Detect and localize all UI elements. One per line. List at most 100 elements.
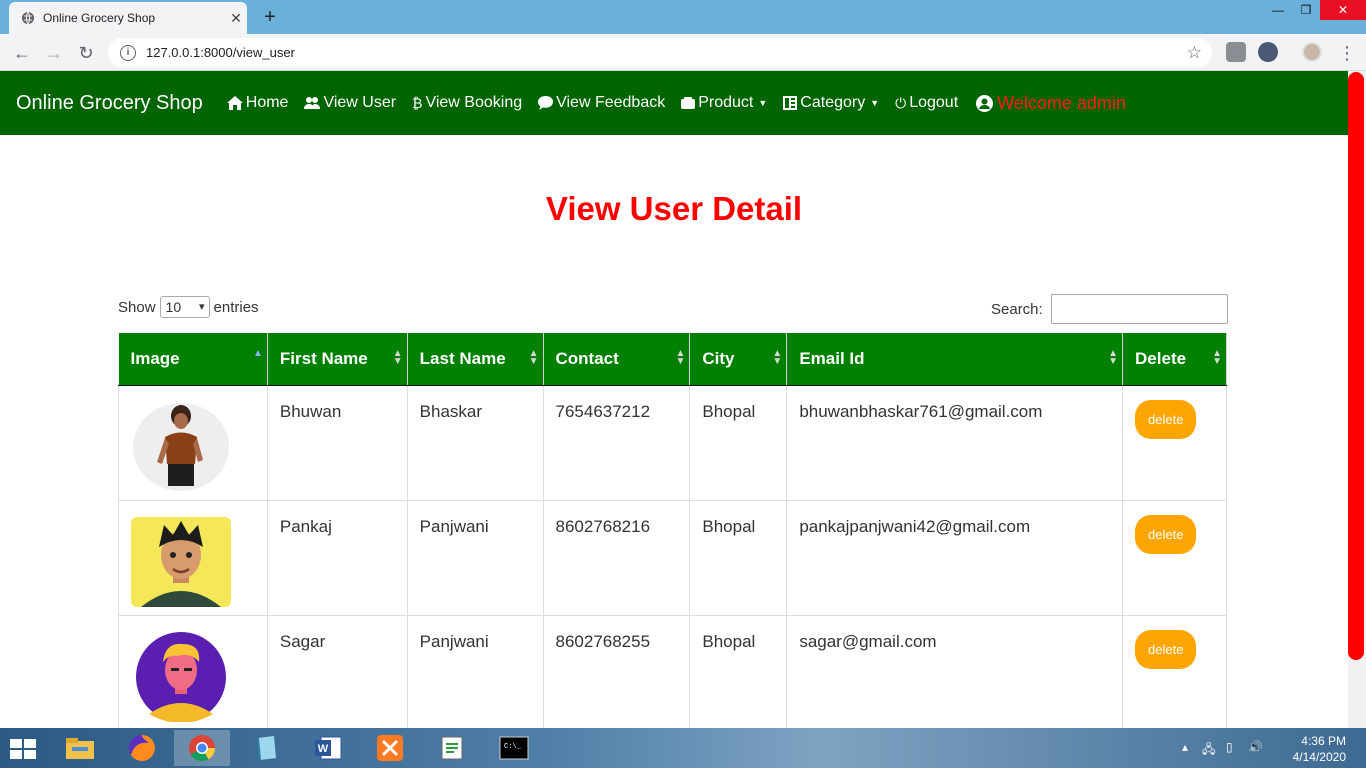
col-email[interactable]: Email Id ▲ ▼: [786, 333, 1124, 386]
city-cell: Bhopal: [689, 384, 788, 501]
col-delete[interactable]: Delete ▲ ▼: [1122, 333, 1227, 386]
delete-button[interactable]: delete: [1135, 399, 1197, 439]
entries-length-control: Show 10 entries: [118, 296, 259, 318]
image-cell: [118, 499, 268, 616]
col-city[interactable]: City ▲ ▼: [689, 333, 788, 386]
product-icon: [681, 97, 696, 109]
chevron-down-icon: ▼: [870, 98, 880, 108]
nav-category-label: Category: [800, 94, 866, 111]
file-explorer-icon[interactable]: [52, 730, 108, 766]
sort-icon: ▲ ▼: [675, 348, 686, 367]
restore-icon[interactable]: ❐: [1292, 0, 1320, 20]
info-icon[interactable]: i: [120, 44, 136, 61]
contact-cell: 8602768255: [542, 614, 691, 731]
nav-product-label: Product: [698, 94, 754, 111]
delete-button[interactable]: delete: [1135, 629, 1197, 669]
nav-product[interactable]: Product ▼: [681, 94, 767, 112]
volume-icon[interactable]: 🔊: [1248, 740, 1263, 754]
word-icon[interactable]: W: [300, 730, 356, 766]
power-icon: ⏻: [895, 94, 907, 111]
delete-button[interactable]: delete: [1135, 514, 1197, 554]
last-name-cell: Panjwani: [406, 499, 544, 616]
nav-view-user[interactable]: View User: [304, 94, 396, 112]
city-cell: Bhopal: [689, 499, 788, 616]
network-icon[interactable]: 🖧: [1202, 740, 1215, 761]
sort-icon: ▲ ▼: [1108, 348, 1119, 367]
sort-icon: ▲ ▼: [392, 348, 403, 367]
url-text: 127.0.0.1:8000/view_user: [146, 45, 295, 60]
image-cell: [118, 384, 268, 501]
image-cell: [118, 614, 268, 731]
search-label: Search:: [991, 300, 1043, 318]
menu-dots-icon[interactable]: ⋮: [1334, 40, 1360, 66]
close-tab-icon[interactable]: ✕: [225, 10, 247, 27]
app-navbar: Online Grocery Shop Home View User ₿ Vie…: [0, 71, 1348, 135]
col-first-name[interactable]: First Name ▲ ▼: [267, 333, 408, 386]
extension-cursor-icon[interactable]: [1258, 42, 1278, 62]
user-illustrated-avatar: [131, 631, 231, 722]
browser-tab[interactable]: Online Grocery Shop ✕: [9, 2, 247, 34]
firefox-icon[interactable]: [114, 730, 170, 766]
nav-view-feedback[interactable]: View Feedback: [538, 94, 665, 112]
profile-avatar[interactable]: [1302, 42, 1322, 62]
minimize-icon[interactable]: —: [1264, 0, 1292, 20]
sort-icon: ▲ ▼: [528, 348, 539, 367]
comment-icon: [538, 96, 554, 110]
users-icon: [304, 97, 321, 109]
nav-logout-label: Logout: [909, 94, 959, 111]
page-scrollbar-thumb[interactable]: [1348, 72, 1364, 660]
search-input[interactable]: [1050, 294, 1228, 324]
sort-asc-icon: ▲: [252, 348, 263, 359]
nav-view-booking[interactable]: ₿ View Booking: [412, 94, 522, 112]
close-window-icon[interactable]: ✕: [1320, 0, 1366, 20]
browser-titlebar: Online Grocery Shop ✕ + — ❐ ✕: [0, 0, 1366, 34]
battery-icon[interactable]: ▯: [1226, 740, 1233, 754]
windows-taskbar: W C:\_ ▴ 🖧 ▯ 🔊 4:36 PM 4/14/2020: [0, 728, 1366, 768]
entries-select[interactable]: 10: [159, 296, 210, 318]
reload-icon[interactable]: ↻: [73, 40, 99, 66]
table-header-row: Image ▲ First Name ▲ ▼ Last Name ▲ ▼ Contact ▲…: [118, 333, 1227, 386]
svg-text:W: W: [318, 743, 329, 755]
entries-label: entries: [213, 298, 259, 316]
col-contact[interactable]: Contact ▲ ▼: [543, 333, 691, 386]
nav-view-user-label: View User: [323, 94, 397, 111]
nav-home-label: Home: [245, 94, 289, 111]
new-tab-button[interactable]: +: [258, 5, 282, 29]
brand-title[interactable]: Online Grocery Shop: [16, 92, 203, 115]
sort-icon: ▲ ▼: [1212, 348, 1222, 367]
email-cell: pankajpanjwani42@gmail.com: [786, 499, 1124, 616]
user-cartoon-avatar: [131, 516, 231, 607]
url-field[interactable]: i 127.0.0.1:8000/view_user ☆: [108, 38, 1212, 67]
chrome-icon[interactable]: [174, 730, 230, 766]
windows-start-icon[interactable]: [8, 738, 38, 760]
window-controls: — ❐ ✕: [1264, 0, 1366, 22]
col-last-name[interactable]: Last Name ▲ ▼: [407, 333, 544, 386]
home-icon: [226, 96, 243, 110]
show-label: Show: [118, 298, 156, 316]
clock-time[interactable]: 4:36 PM: [1301, 734, 1346, 748]
command-prompt-icon[interactable]: C:\_: [486, 730, 542, 766]
globe-icon: [22, 11, 34, 25]
clock-date[interactable]: 4/14/2020: [1293, 750, 1346, 764]
user-circle-icon: [976, 94, 994, 112]
contact-cell: 7654637212: [542, 384, 691, 501]
email-cell: bhuwanbhaskar761@gmail.com: [786, 384, 1124, 501]
col-image[interactable]: Image ▲: [118, 333, 268, 386]
nav-category[interactable]: Category ▼: [783, 94, 879, 112]
extension-cube-icon[interactable]: [1226, 42, 1246, 62]
email-cell: sagar@gmail.com: [786, 614, 1124, 731]
nav-logout[interactable]: ⏻ Logout: [895, 94, 958, 112]
table-row: Sagar Panjwani 8602768255 Bhopal sagar@g…: [118, 614, 1227, 731]
nav-home[interactable]: Home: [226, 94, 289, 112]
tray-expand-icon[interactable]: ▴: [1182, 740, 1188, 754]
forward-icon[interactable]: →: [41, 40, 67, 66]
bookmark-star-icon[interactable]: ☆: [1187, 43, 1202, 63]
back-icon[interactable]: ←: [9, 40, 35, 66]
notebook-app-icon[interactable]: [238, 730, 294, 766]
search-control: Search:: [991, 294, 1228, 324]
first-name-cell: Pankaj: [266, 499, 408, 616]
notepad-plus-icon[interactable]: [424, 730, 480, 766]
welcome-message: Welcome admin: [997, 92, 1126, 113]
xampp-icon[interactable]: [362, 730, 418, 766]
svg-text:C:\_: C:\_: [504, 743, 522, 751]
